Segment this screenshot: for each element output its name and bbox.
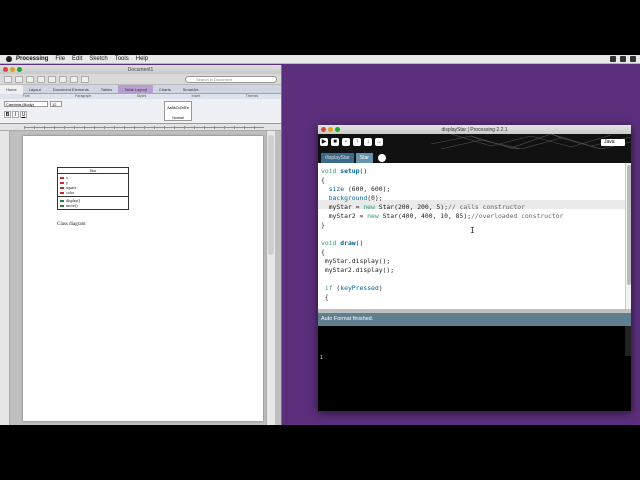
tab-table-layout[interactable]: Table Layout xyxy=(118,84,153,94)
tab-displaystar[interactable]: displayStar xyxy=(321,153,354,163)
save-button[interactable]: ↓ xyxy=(364,138,372,146)
word-standard-toolbar: Search in Document xyxy=(0,74,281,85)
stop-button[interactable]: ■ xyxy=(331,138,339,146)
private-icon xyxy=(60,191,64,194)
font-name-select[interactable]: Cambria (Body) xyxy=(4,101,48,107)
code-line: myStar = new Star(200, 200, 5);// calls … xyxy=(321,203,525,211)
redo-button[interactable] xyxy=(59,75,67,83)
bluetooth-icon[interactable] xyxy=(610,56,616,62)
menu-edit[interactable]: Edit xyxy=(72,56,82,62)
menu-help[interactable]: Help xyxy=(136,56,148,62)
uml-attributes: x y square color xyxy=(58,174,128,197)
uml-attribute: color xyxy=(60,190,126,195)
zoom-button[interactable] xyxy=(81,75,89,83)
code-line: myStar2.display(); xyxy=(321,266,395,274)
font-size-select[interactable]: 12 xyxy=(50,101,62,107)
code-line: { xyxy=(321,293,329,301)
code-line: void draw() xyxy=(321,239,364,247)
tab-smartart[interactable]: SmartArt xyxy=(177,87,205,92)
vertical-ruler xyxy=(0,131,10,425)
sketch-tabs: displayStar Star xyxy=(318,149,631,163)
underline-button[interactable]: U xyxy=(20,111,27,118)
console-line-number: 1 xyxy=(320,355,324,361)
search-input[interactable]: Search in Document xyxy=(185,76,277,83)
mouse-cursor-icon: I xyxy=(470,226,475,235)
code-line: background(0); xyxy=(328,194,383,202)
public-icon xyxy=(60,199,64,202)
desktop: Processing File Edit Sketch Tools Help D… xyxy=(0,55,640,425)
run-button[interactable]: ▶ xyxy=(320,138,328,146)
tab-menu-icon[interactable] xyxy=(377,154,386,162)
mode-select[interactable]: Java xyxy=(601,139,625,146)
new-document-button[interactable] xyxy=(4,75,12,83)
open-button[interactable] xyxy=(15,75,23,83)
private-icon xyxy=(60,176,64,179)
private-icon xyxy=(60,181,64,184)
public-icon xyxy=(60,204,64,207)
scroll-thumb[interactable] xyxy=(627,165,631,285)
format-painter-button[interactable] xyxy=(70,75,78,83)
ribbon-tabs: Home Layout Document Elements Tables Tab… xyxy=(0,84,281,94)
editor-scrollbar[interactable] xyxy=(625,163,631,309)
code-line: { xyxy=(321,176,325,184)
style-name: Normal xyxy=(172,116,184,120)
document-scrollbar[interactable] xyxy=(266,131,275,425)
save-button[interactable] xyxy=(26,75,34,83)
status-icons xyxy=(610,56,636,62)
code-line: { xyxy=(321,248,325,256)
document-title: Document1 xyxy=(127,66,154,73)
word-title-bar: Document1 xyxy=(0,65,281,74)
style-sample: AaBbCcDdEe xyxy=(167,106,189,110)
bold-button[interactable]: B xyxy=(4,111,11,118)
code-editor[interactable]: I void setup(){ size (600, 600); backgro… xyxy=(318,163,631,309)
document-page[interactable]: Star x y square color display() move() C… xyxy=(23,136,263,421)
export-button[interactable]: → xyxy=(375,138,383,146)
console-area: 1 xyxy=(318,326,631,411)
apple-icon[interactable] xyxy=(6,56,12,62)
undo-button[interactable] xyxy=(48,75,56,83)
processing-toolbar: ▶ ■ ▫ ↑ ↓ → Java xyxy=(318,134,631,149)
new-button[interactable]: ▫ xyxy=(342,138,350,146)
scroll-thumb[interactable] xyxy=(268,135,274,255)
code-line: void setup() xyxy=(321,167,368,175)
code-line: myStar2 = new Star(400, 400, 10, 85);//o… xyxy=(321,212,564,220)
format-buttons: B I U xyxy=(4,111,27,118)
menu-app-name[interactable]: Processing xyxy=(16,56,48,62)
open-button[interactable]: ↑ xyxy=(353,138,361,146)
tab-layout[interactable]: Layout xyxy=(23,87,47,92)
code-line: size (600, 600); xyxy=(328,185,391,193)
style-gallery[interactable]: AaBbCcDdEe Normal xyxy=(164,101,192,121)
processing-title-bar: displayStar | Processing 2.2.1 xyxy=(318,125,631,134)
menu-sketch[interactable]: Sketch xyxy=(89,56,107,62)
menu-bar: Processing File Edit Sketch Tools Help xyxy=(0,55,640,64)
tab-charts[interactable]: Charts xyxy=(153,87,177,92)
console-scrollbar[interactable] xyxy=(625,326,631,356)
diagram-caption: Class diagram xyxy=(57,222,86,227)
window-title: displayStar | Processing 2.2.1 xyxy=(441,126,508,133)
tab-tables[interactable]: Tables xyxy=(95,87,119,92)
ruler[interactable] xyxy=(0,124,281,131)
tab-star[interactable]: Star xyxy=(355,153,373,163)
private-icon xyxy=(60,186,64,189)
toolbar-buttons: ▶ ■ ▫ ↑ ↓ → xyxy=(320,138,383,146)
processing-window: displayStar | Processing 2.2.1 ▶ ■ ▫ ↑ ↓… xyxy=(318,125,631,411)
code-line: myStar.display(); xyxy=(321,257,391,265)
code-line: } xyxy=(321,221,325,229)
ruler-margin-bar xyxy=(24,127,264,128)
print-button[interactable] xyxy=(37,75,45,83)
volume-icon[interactable] xyxy=(620,56,626,62)
tab-document-elements[interactable]: Document Elements xyxy=(47,87,95,92)
ribbon: Cambria (Body) 12 B I U AaBbCcDdEe Norma… xyxy=(0,99,281,124)
italic-button[interactable]: I xyxy=(12,111,19,118)
menu-file[interactable]: File xyxy=(55,56,65,62)
code-line: if (keyPressed) xyxy=(324,284,383,292)
uml-methods: display() move() xyxy=(58,197,128,209)
menu-tools[interactable]: Tools xyxy=(115,56,129,62)
tab-home[interactable]: Home xyxy=(0,84,23,94)
status-bar: Auto Format finished. xyxy=(318,313,631,326)
uml-method: move() xyxy=(60,203,126,208)
wifi-icon[interactable] xyxy=(630,56,636,62)
uml-class-diagram: Star x y square color display() move() xyxy=(57,167,129,210)
